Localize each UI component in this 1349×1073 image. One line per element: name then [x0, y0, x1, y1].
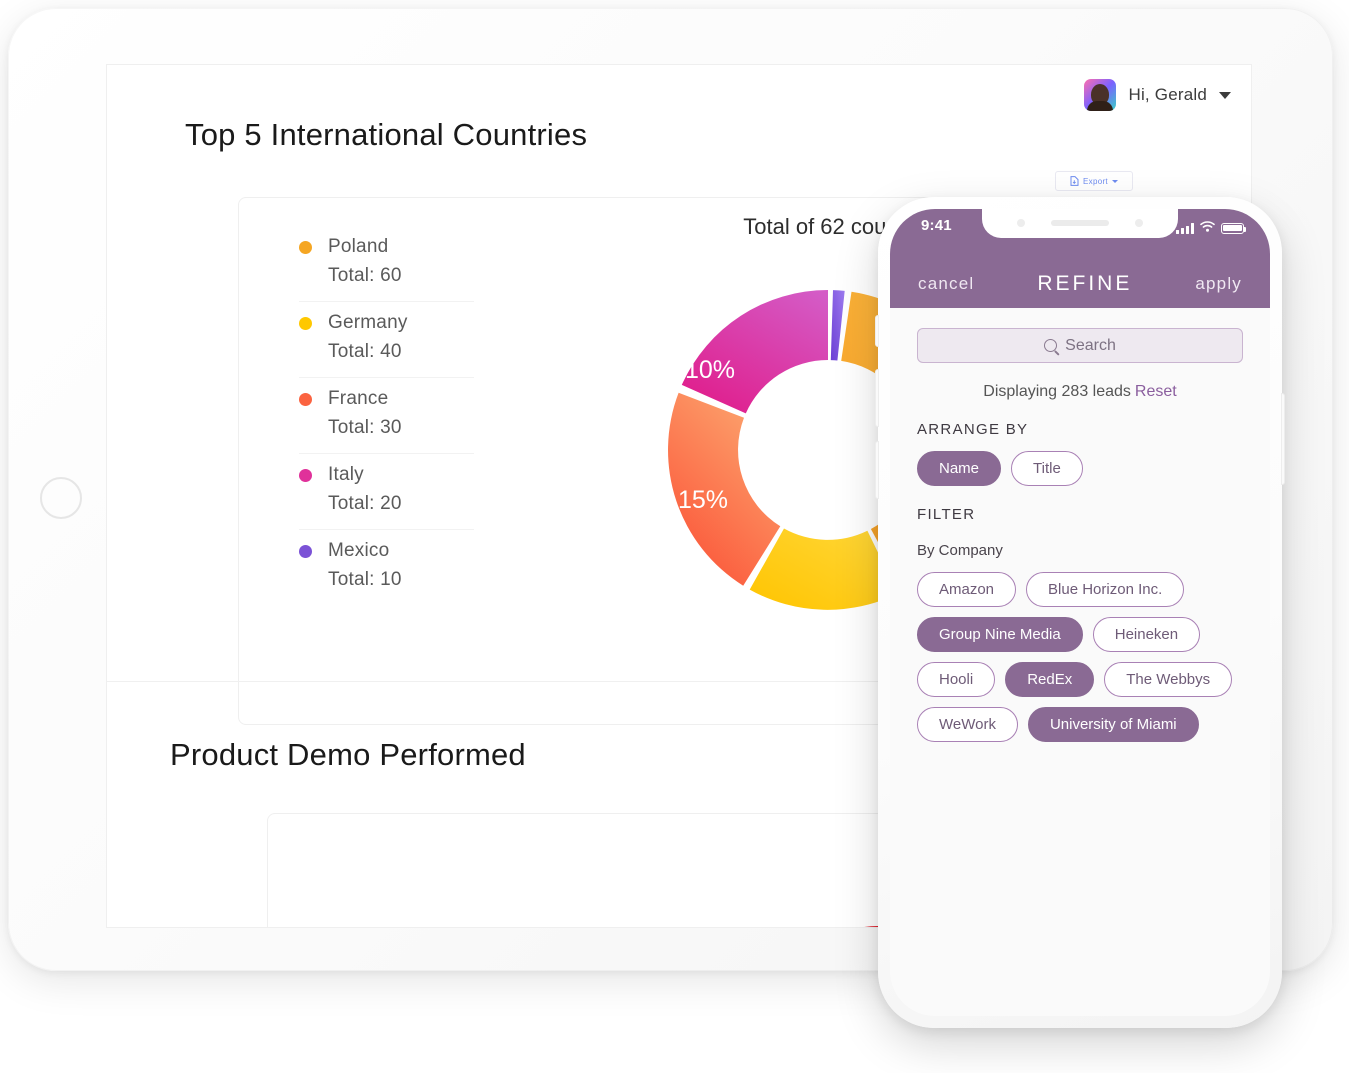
phone-device: 9:41 cancel REFINE apply Search Displayi… — [875, 197, 1285, 1028]
legend-label: Italy — [328, 464, 364, 485]
legend-item[interactable]: France Total: 30 — [299, 377, 474, 453]
legend-item[interactable]: Mexico Total: 10 — [299, 529, 474, 605]
user-menu[interactable]: Hi, Gerald — [1084, 79, 1231, 111]
refine-title: REFINE — [1037, 272, 1133, 295]
legend-color-dot — [299, 468, 312, 482]
export-file-icon — [1070, 176, 1079, 186]
legend-color-dot — [299, 544, 312, 558]
greeting-label: Hi, Gerald — [1128, 85, 1207, 104]
search-input[interactable]: Search — [917, 328, 1243, 363]
phone-volume-down-button[interactable] — [875, 441, 879, 499]
donut-slice-germany[interactable] — [749, 528, 898, 610]
legend-item[interactable]: Italy Total: 20 — [299, 453, 474, 529]
phone-power-button[interactable] — [1281, 393, 1285, 485]
page-title-countries: Top 5 International Countries — [185, 117, 588, 152]
chevron-down-icon — [1111, 179, 1118, 183]
tablet-home-button[interactable] — [40, 477, 82, 519]
arrange-option-title[interactable]: Title — [1011, 451, 1083, 486]
wifi-icon — [1200, 219, 1215, 237]
legend-item[interactable]: Poland Total: 60 — [299, 226, 474, 301]
signal-bars-icon — [1176, 222, 1194, 234]
donut-label-france: 15% — [678, 486, 728, 514]
donut-slice-italy[interactable] — [681, 290, 828, 414]
arrange-by-heading: ARRANGE BY — [917, 421, 1029, 438]
legend-label: Germany — [328, 312, 408, 333]
company-filter-pills: Amazon Blue Horizon Inc. Group Nine Medi… — [917, 572, 1243, 742]
export-label: Export — [1083, 176, 1108, 186]
speaker-icon — [1051, 220, 1109, 226]
displaying-leads-row: Displaying 283 leads Reset — [917, 383, 1243, 401]
phone-screen: 9:41 cancel REFINE apply Search Displayi… — [890, 209, 1270, 1016]
page-title-demo: Product Demo Performed — [170, 737, 526, 772]
arrange-option-name[interactable]: Name — [917, 451, 1002, 486]
screenshot-stage: Hi, Gerald Top 5 International Countries… — [0, 0, 1349, 1073]
legend-label: Mexico — [328, 540, 390, 561]
legend-total: Total: 20 — [328, 493, 402, 514]
company-pill-the-webbys[interactable]: The Webbys — [1104, 662, 1233, 697]
legend-item[interactable]: Germany Total: 40 — [299, 301, 474, 377]
legend-color-dot — [299, 316, 312, 330]
company-pill-heineken[interactable]: Heineken — [1092, 617, 1201, 652]
search-icon — [1044, 339, 1058, 352]
legend-color-dot — [299, 240, 312, 254]
leads-count-label: Displaying 283 leads — [983, 383, 1131, 400]
company-pill-hooli[interactable]: Hooli — [917, 662, 996, 697]
refine-header: 9:41 cancel REFINE apply — [890, 209, 1270, 308]
company-pill-blue-horizon[interactable]: Blue Horizon Inc. — [1026, 572, 1185, 607]
status-time: 9:41 — [921, 217, 952, 234]
export-button[interactable]: Export — [1055, 171, 1133, 191]
search-placeholder: Search — [1065, 336, 1116, 354]
chevron-down-icon — [1219, 91, 1231, 99]
legend-color-dot — [299, 392, 312, 406]
company-pill-university-of-miami[interactable]: University of Miami — [1027, 707, 1199, 742]
donut-slice-mexico[interactable] — [830, 290, 845, 361]
status-icons — [1176, 219, 1247, 237]
legend-total: Total: 60 — [328, 265, 402, 286]
arrange-by-options: Name Title — [917, 451, 1243, 486]
cancel-button[interactable]: cancel — [918, 274, 974, 294]
company-pill-group-nine-media[interactable]: Group Nine Media — [917, 617, 1083, 652]
company-pill-wework[interactable]: WeWork — [917, 707, 1018, 742]
reset-link[interactable]: Reset — [1135, 383, 1177, 400]
refine-body: Search Displaying 283 leads Reset ARRANGE… — [890, 308, 1270, 742]
filter-by-company-label: By Company — [917, 542, 1003, 559]
phone-notch — [982, 209, 1178, 238]
chart-legend: Poland Total: 60 Germany Total: 40 Franc… — [299, 226, 474, 605]
refine-navbar: cancel REFINE apply — [890, 272, 1270, 296]
battery-icon — [1221, 222, 1247, 234]
phone-volume-up-button[interactable] — [875, 369, 879, 427]
legend-total: Total: 30 — [328, 417, 402, 438]
company-pill-redex[interactable]: RedEx — [1005, 662, 1095, 697]
legend-total: Total: 40 — [328, 341, 402, 362]
legend-total: Total: 10 — [328, 569, 402, 590]
sensor-icon — [1135, 219, 1143, 227]
legend-label: France — [328, 388, 389, 409]
company-pill-amazon[interactable]: Amazon — [917, 572, 1017, 607]
donut-label-italy: 10% — [685, 356, 735, 384]
avatar — [1084, 79, 1117, 111]
apply-button[interactable]: apply — [1195, 274, 1242, 294]
phone-silent-switch[interactable] — [875, 315, 879, 347]
filter-heading: FILTER — [917, 506, 976, 523]
legend-label: Poland — [328, 236, 389, 257]
front-camera-icon — [1017, 219, 1025, 227]
